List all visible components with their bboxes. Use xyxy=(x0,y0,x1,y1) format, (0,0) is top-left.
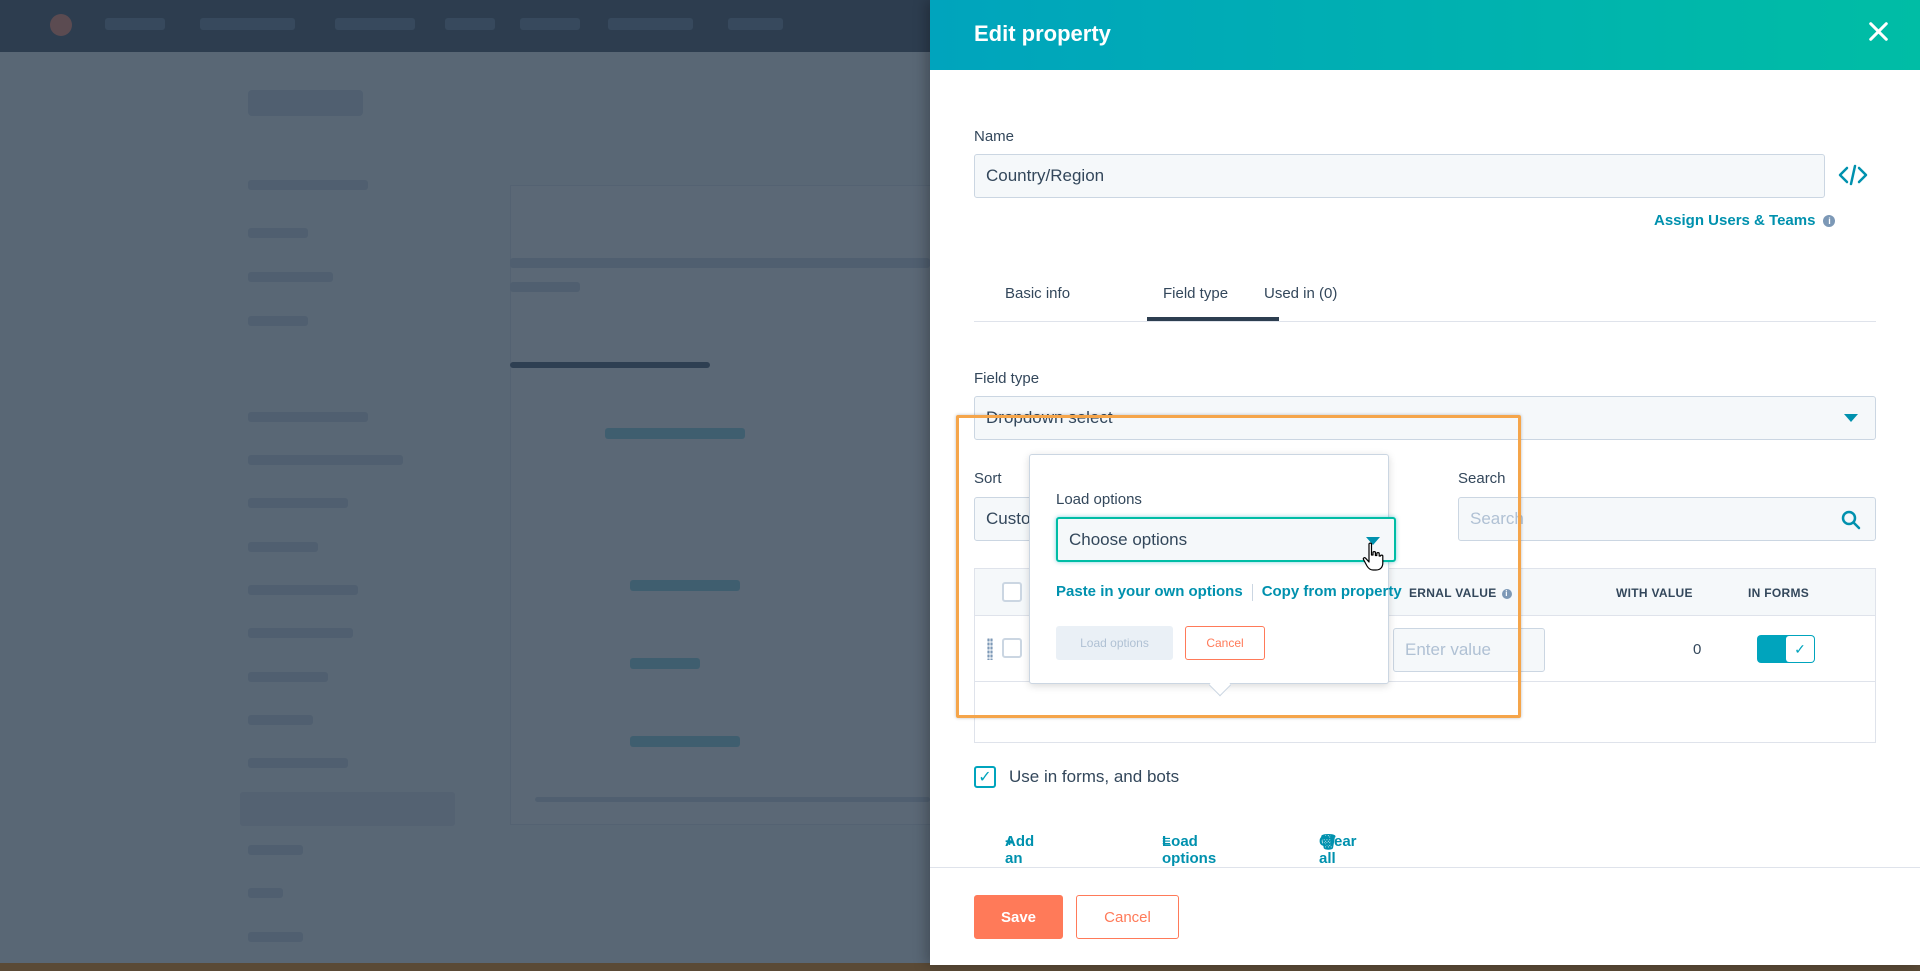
load-options-label: Load options xyxy=(1056,491,1142,508)
search-input[interactable]: Search xyxy=(1458,497,1876,541)
sort-select[interactable]: Custo xyxy=(974,497,1034,541)
hand-cursor-icon xyxy=(1362,542,1384,571)
info-icon[interactable]: i xyxy=(1501,588,1512,599)
clear-all-label: Clear all xyxy=(1319,833,1357,867)
drag-handle-icon[interactable] xyxy=(987,638,993,660)
caret-down-icon xyxy=(1844,414,1858,422)
close-icon[interactable] xyxy=(1864,18,1892,46)
assign-users-teams-label: Assign Users & Teams xyxy=(1654,212,1816,229)
load-options-submit-button[interactable]: Load options xyxy=(1056,626,1173,660)
use-in-forms-checkbox[interactable]: ✓ xyxy=(974,766,996,788)
save-button[interactable]: Save xyxy=(974,895,1063,939)
cancel-button[interactable]: Cancel xyxy=(1076,895,1179,939)
check-icon: ✓ xyxy=(1786,636,1814,662)
link-divider xyxy=(1251,583,1253,601)
with-value-header: WITH VALUE xyxy=(1616,586,1693,600)
tab-basic-info[interactable]: Basic info xyxy=(1005,285,1070,302)
internal-value-input[interactable]: Enter value xyxy=(1393,628,1545,672)
with-value-count: 0 xyxy=(1693,641,1702,658)
modal-overlay[interactable] xyxy=(0,0,930,971)
code-icon[interactable] xyxy=(1838,163,1868,187)
internal-value-header: ERNAL VALUE i xyxy=(1409,586,1512,600)
tab-used-in[interactable]: Used in (0) xyxy=(1264,285,1337,302)
load-options-label: Load options xyxy=(1162,833,1217,867)
assign-users-teams-link[interactable]: Assign Users & Teams i xyxy=(1654,212,1836,229)
choose-options-value: Choose options xyxy=(1069,529,1188,549)
field-type-label: Field type xyxy=(974,370,1040,387)
name-input[interactable]: Country/Region xyxy=(974,154,1825,198)
copy-from-property-link[interactable]: Copy from property xyxy=(1262,583,1402,600)
select-all-checkbox[interactable] xyxy=(1002,582,1022,602)
panel-header: Edit property xyxy=(930,0,1920,70)
active-tab-indicator xyxy=(1147,317,1279,321)
name-label: Name xyxy=(974,128,1015,145)
field-type-select[interactable]: Dropdown select xyxy=(974,396,1876,440)
info-icon[interactable]: i xyxy=(1823,215,1836,228)
popover-links: Paste in your own options Copy from prope… xyxy=(1056,583,1402,601)
paste-options-link[interactable]: Paste in your own options xyxy=(1056,583,1243,600)
load-options-popover: Load options Choose options Paste in you… xyxy=(1029,454,1402,697)
in-forms-toggle[interactable]: ✓ xyxy=(1757,635,1815,663)
sort-label: Sort xyxy=(974,470,1002,487)
popover-cancel-button[interactable]: Cancel xyxy=(1185,626,1265,660)
panel-title: Edit property xyxy=(974,21,1111,46)
internal-value-header-label: ERNAL VALUE xyxy=(1409,586,1497,600)
search-label: Search xyxy=(1458,470,1506,487)
field-type-value: Dropdown select xyxy=(986,408,1113,427)
in-forms-header: IN FORMS xyxy=(1748,586,1810,600)
row-checkbox[interactable] xyxy=(1002,638,1022,658)
tab-field-type[interactable]: Field type xyxy=(1163,285,1228,302)
tab-bar: Basic info Field type Used in (0) xyxy=(974,272,1876,322)
use-in-forms-option[interactable]: ✓ Use in forms, and bots xyxy=(974,766,1179,788)
use-in-forms-label: Use in forms, and bots xyxy=(1009,767,1180,786)
search-icon[interactable] xyxy=(1841,510,1861,530)
choose-options-select[interactable]: Choose options xyxy=(1056,517,1396,562)
search-placeholder: Search xyxy=(1470,509,1524,528)
panel-footer: Save Cancel xyxy=(930,867,1920,965)
